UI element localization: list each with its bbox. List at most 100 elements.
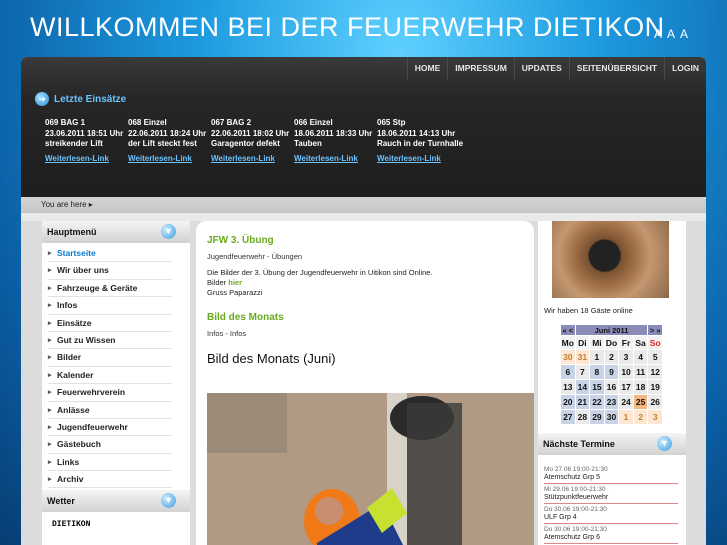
calendar-day[interactable]: 12 <box>647 364 663 380</box>
calendar-day[interactable]: 21 <box>574 394 591 410</box>
calendar-day[interactable]: 27 <box>560 409 576 425</box>
menu-item-bilder[interactable]: Bilder <box>48 349 172 367</box>
calendar-day[interactable]: 30 <box>603 409 620 425</box>
article-title[interactable]: JFW 3. Übung <box>207 235 534 246</box>
einsatz-id: 068 Einzel <box>128 118 167 127</box>
menu-item-archiv[interactable]: Archiv <box>48 471 172 489</box>
latest-list: 069 BAG 1 23.06.2011 18:51 Uhr streikender… <box>45 118 463 165</box>
collapse-icon[interactable]: ▼ <box>161 224 176 239</box>
nav-sitemap[interactable]: SEITENÜBERSICHT <box>568 57 664 79</box>
upcoming-events-title: Nächste Termine <box>543 439 615 449</box>
einsatz-desc: Garagentor defekt <box>211 139 280 148</box>
collapse-icon[interactable]: ▼ <box>161 493 176 509</box>
weekday: Mi <box>589 335 605 350</box>
einsatz-id: 069 BAG 1 <box>45 118 86 127</box>
calendar-day[interactable]: 22 <box>589 394 605 410</box>
einsatz-read-more-link[interactable]: Weiterlesen-Link <box>128 154 211 165</box>
calendar-day[interactable]: 28 <box>574 409 591 425</box>
menu-item-wir-ueber-uns[interactable]: Wir über uns <box>48 262 172 280</box>
calendar-prev-button[interactable]: « < <box>560 324 576 336</box>
event-date: Do 30.06 19:00-21:30 <box>544 506 607 513</box>
menu-item-einsaetze[interactable]: Einsätze <box>48 315 172 332</box>
calendar-day[interactable]: 1 <box>589 349 605 365</box>
calendar-day[interactable]: 10 <box>618 364 634 380</box>
menu-item-jugendfeuerwehr[interactable]: Jugendfeuerwehr <box>48 419 172 437</box>
calendar-day[interactable]: 24 <box>618 394 634 410</box>
calendar-day[interactable]: 18 <box>632 379 649 395</box>
menu-item-fahrzeuge[interactable]: Fahrzeuge & Geräte <box>48 280 172 298</box>
font-size-large-button[interactable]: A <box>680 27 691 41</box>
weekday: Sa <box>632 335 649 350</box>
einsatz-read-more-link[interactable]: Weiterlesen-Link <box>377 154 460 165</box>
top-nav: HOME IMPRESSUM UPDATES SEITENÜBERSICHT L… <box>406 57 706 79</box>
calendar-day-today[interactable]: 25 <box>632 394 649 410</box>
top-bar: HOME IMPRESSUM UPDATES SEITENÜBERSICHT L… <box>21 57 706 197</box>
menu-item-kalender[interactable]: Kalender <box>48 367 172 385</box>
menu-item-gut-zu-wissen[interactable]: Gut zu Wissen <box>48 332 172 350</box>
calendar-day[interactable]: 9 <box>603 364 620 380</box>
calendar-day[interactable]: 17 <box>618 379 634 395</box>
einsatz-item: 066 Einzel 18.06.2011 18:33 Uhr Tauben Weit… <box>294 118 377 164</box>
site-title: WILLKOMMEN BEI DER FEUERWEHR DIETIKON <box>30 12 665 42</box>
nav-impressum[interactable]: IMPRESSUM <box>447 57 513 79</box>
einsatz-read-more-link[interactable]: Weiterlesen-Link <box>45 154 128 165</box>
event-name: Stützpunktfeuerwehr <box>544 494 609 501</box>
weather-location: DIETIKON <box>52 520 91 530</box>
bilder-hier-link[interactable]: hier <box>228 278 242 287</box>
menu-item-anlaesse[interactable]: Anlässe <box>48 402 172 419</box>
calendar-day[interactable]: 6 <box>560 364 576 380</box>
article-title[interactable]: Bild des Monats <box>207 312 534 323</box>
article-signature: Gruss Paparazzi <box>207 288 263 297</box>
font-size-medium-button[interactable]: A <box>667 27 678 41</box>
einsatz-date: 18.06.2011 18:33 Uhr <box>294 128 373 138</box>
calendar-day[interactable]: 11 <box>632 364 649 380</box>
menu-item-gaestebuch[interactable]: Gästebuch <box>48 436 172 454</box>
right-sidebar: Wir haben 18 Gäste online « < Juni 2011 > … <box>538 221 686 545</box>
event-item[interactable]: Mi 29.06 19:00-21:30 Stützpunktfeuerwehr <box>544 484 678 504</box>
calendar-day[interactable]: 2 <box>603 349 620 365</box>
calendar-day[interactable]: 2 <box>632 409 649 425</box>
main-content: JFW 3. Übung Jugendfeuerwehr - Übungen D… <box>196 221 534 545</box>
font-size-switcher: AAA <box>654 27 693 41</box>
calendar-day[interactable]: 8 <box>589 364 605 380</box>
weather-title: Wetter <box>47 496 75 507</box>
event-item[interactable]: Do 30.06 19:00-21:30 Atemschutz Grp 6 <box>544 524 678 544</box>
calendar-day[interactable]: 13 <box>560 379 576 395</box>
calendar-day[interactable]: 31 <box>574 349 591 365</box>
article-paragraph: Die Bilder der 3. Übung der Jugendfeuerw… <box>207 268 433 277</box>
weekday: So <box>647 335 663 350</box>
calendar-day[interactable]: 3 <box>647 409 663 425</box>
collapse-icon[interactable]: ▼ <box>657 436 672 451</box>
article-category: Infos - Infos <box>207 329 247 338</box>
nav-updates[interactable]: UPDATES <box>513 57 569 79</box>
menu-item-feuerwehrverein[interactable]: Feuerwehrverein <box>48 384 172 402</box>
event-item[interactable]: Mo 27.06 19:00-21:30 Atemschutz Grp 5 <box>544 464 678 484</box>
calendar-day[interactable]: 3 <box>618 349 634 365</box>
menu-item-links[interactable]: Links <box>48 454 172 472</box>
nav-login[interactable]: LOGIN <box>664 57 706 79</box>
calendar-day[interactable]: 4 <box>632 349 649 365</box>
calendar-day[interactable]: 16 <box>603 379 620 395</box>
calendar-day[interactable]: 30 <box>560 349 576 365</box>
font-size-small-button[interactable]: A <box>654 27 665 41</box>
calendar-day[interactable]: 1 <box>618 409 634 425</box>
calendar-day[interactable]: 15 <box>589 379 605 395</box>
menu-item-startseite[interactable]: Startseite <box>48 245 172 263</box>
calendar-day[interactable]: 5 <box>647 349 663 365</box>
calendar-day[interactable]: 19 <box>647 379 663 395</box>
calendar-day[interactable]: 26 <box>647 394 663 410</box>
menu-item-infos[interactable]: Infos <box>48 297 172 315</box>
einsatz-read-more-link[interactable]: Weiterlesen-Link <box>211 154 294 165</box>
calendar-day[interactable]: 29 <box>589 409 605 425</box>
event-item[interactable]: Do 30.06 19:00-21:30 ULF Grp 4 <box>544 504 678 524</box>
event-date: Do 30.06 19:00-21:30 <box>544 526 607 533</box>
calendar-next-button[interactable]: > » <box>647 324 663 336</box>
calendar-day[interactable]: 7 <box>574 364 591 380</box>
nav-home[interactable]: HOME <box>406 57 448 79</box>
calendar-day[interactable]: 14 <box>574 379 591 395</box>
calendar-day[interactable]: 20 <box>560 394 576 410</box>
divider <box>21 213 706 221</box>
main-menu-header: Hauptmenü ▼ <box>42 221 190 243</box>
einsatz-read-more-link[interactable]: Weiterlesen-Link <box>294 154 377 165</box>
calendar-day[interactable]: 23 <box>603 394 620 410</box>
